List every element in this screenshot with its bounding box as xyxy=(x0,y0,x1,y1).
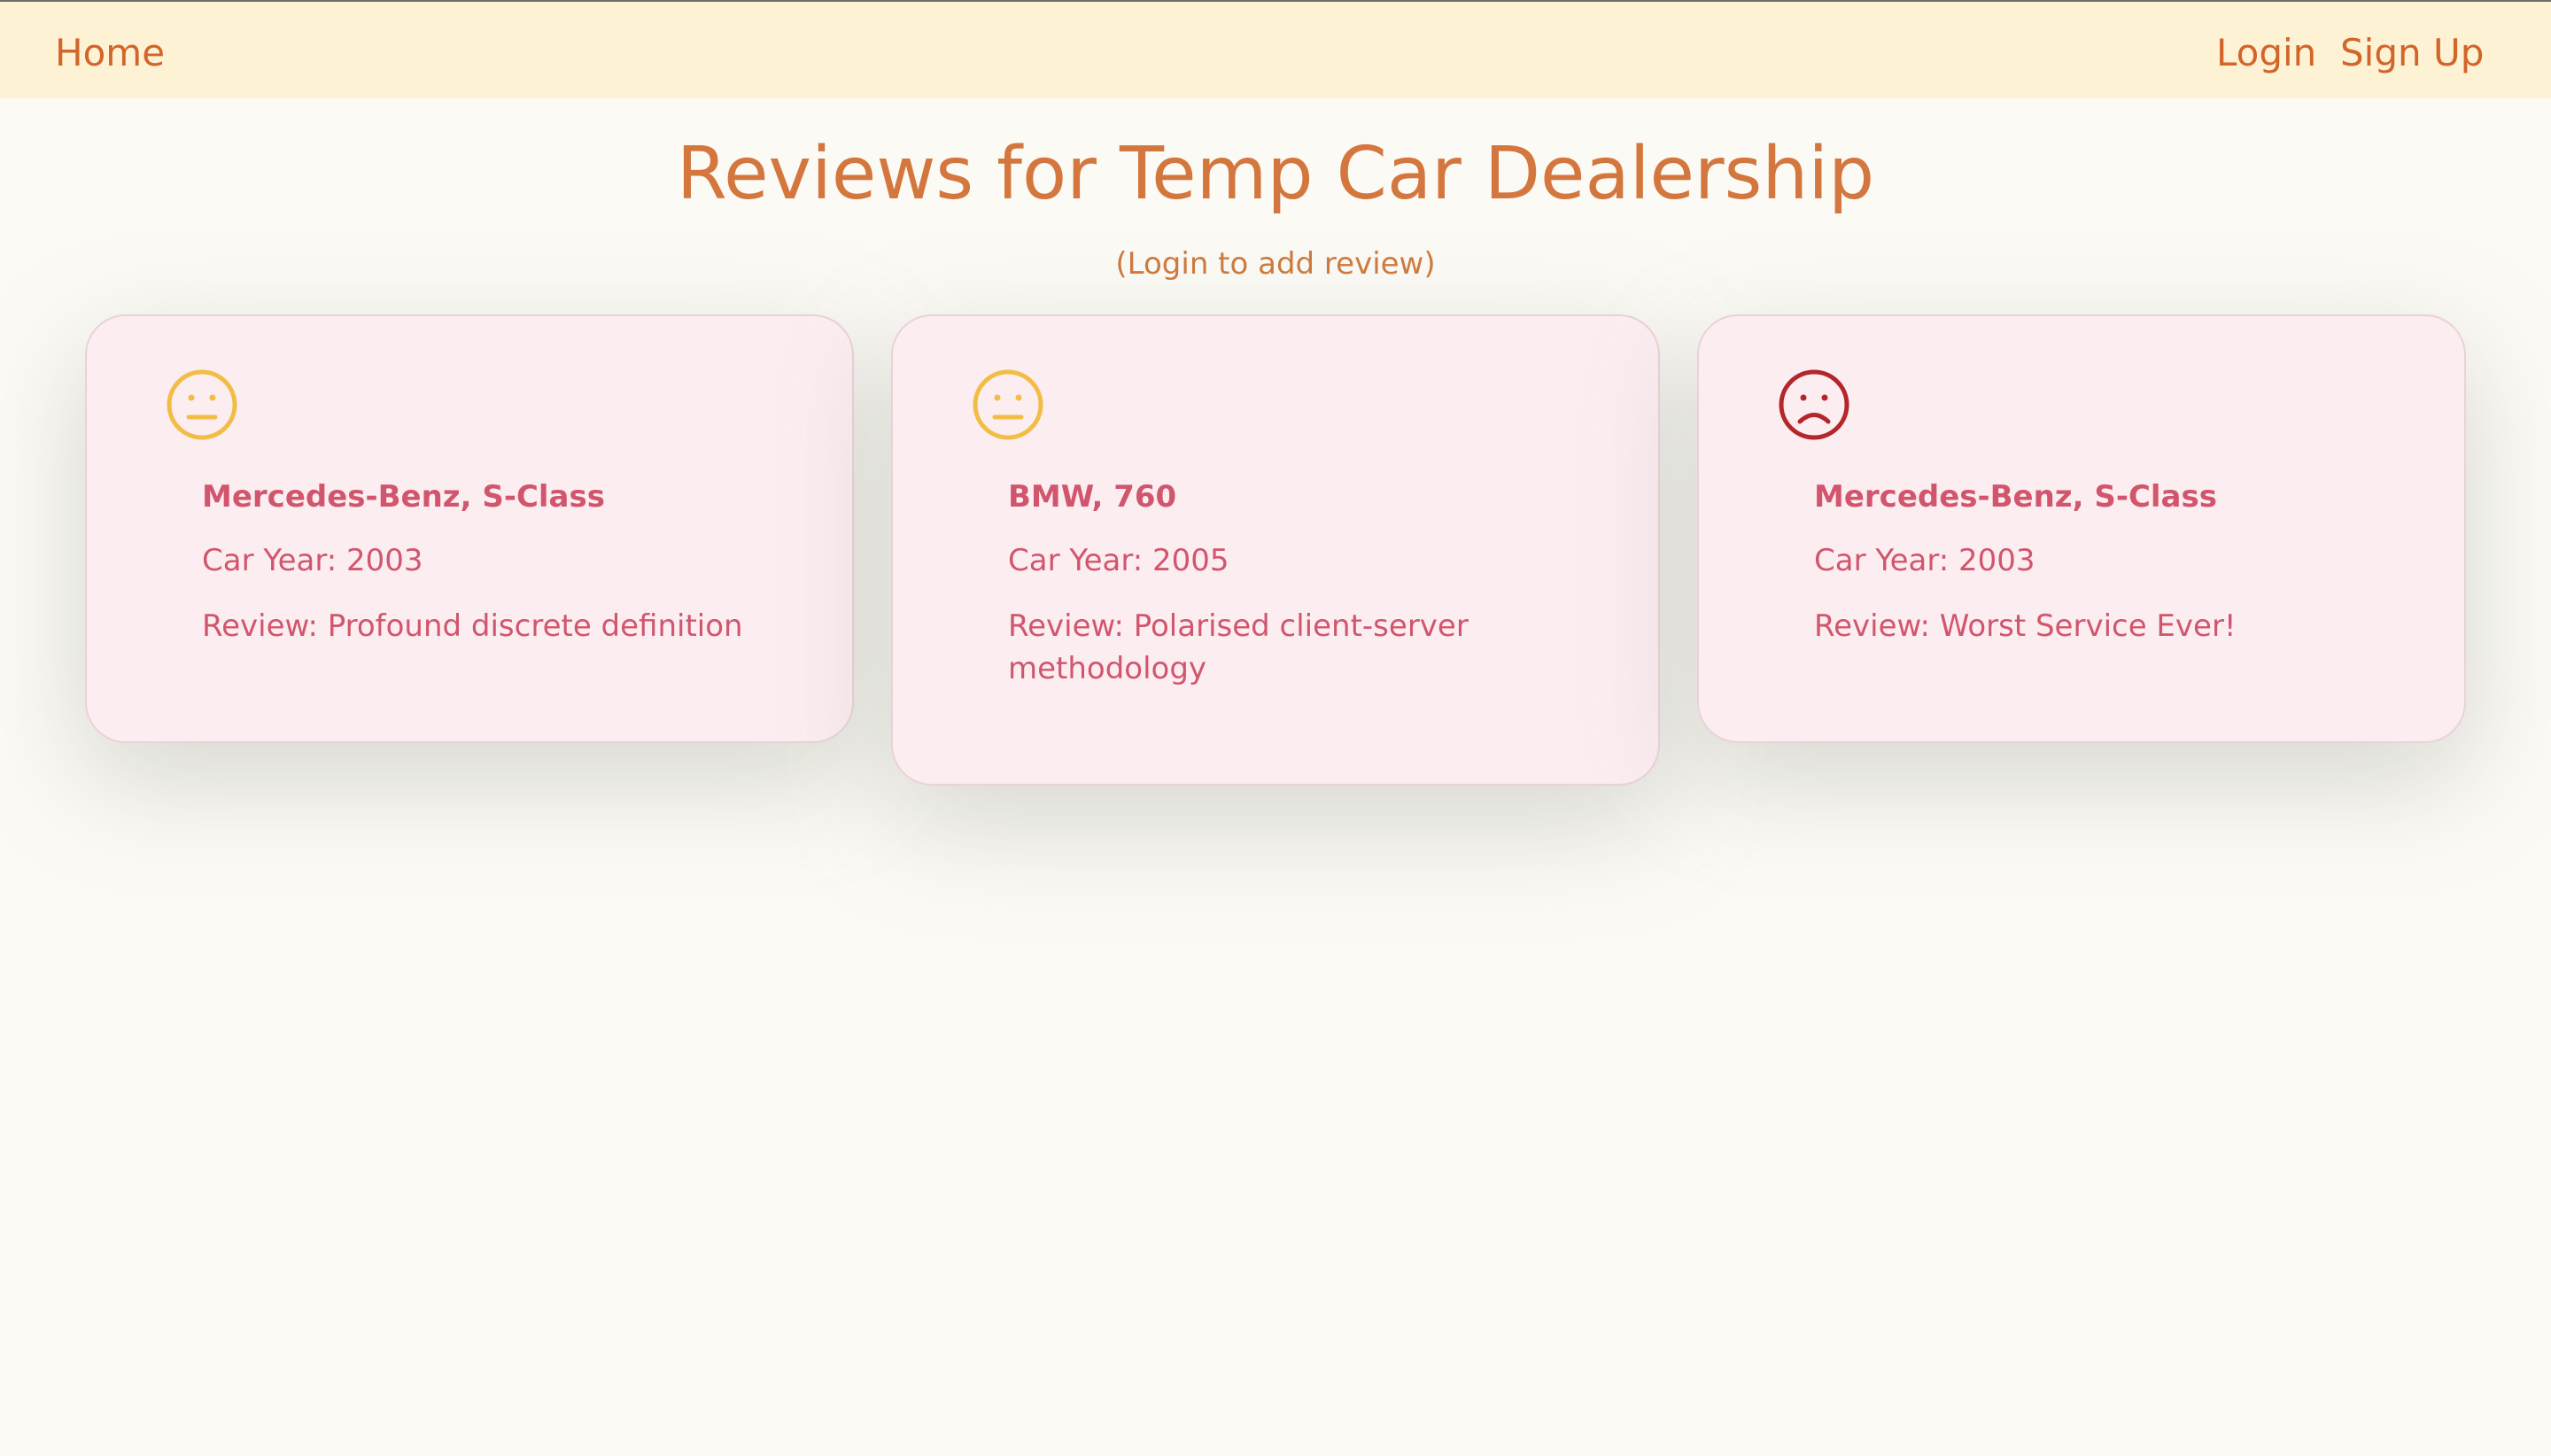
review-card: Mercedes-Benz, S-Class Car Year: 2003 Re… xyxy=(85,314,854,743)
login-hint: (Login to add review) xyxy=(1115,246,1436,282)
review-car-name: BMW, 760 xyxy=(1008,479,1177,515)
review-car-year: Car Year: 2005 xyxy=(1008,543,1229,578)
review-text: Review: Worst Service Ever! xyxy=(1814,608,2237,644)
review-car-name: Mercedes-Benz, S-Class xyxy=(1814,479,2217,515)
neutral-face-icon xyxy=(167,369,237,440)
sad-face-icon xyxy=(1779,369,1849,440)
neutral-face-icon xyxy=(973,369,1043,440)
page-title: Reviews for Temp Car Dealership xyxy=(676,132,1875,216)
review-car-year: Car Year: 2003 xyxy=(1814,543,2035,578)
review-text: Review: Polarised client-server methodol… xyxy=(1008,608,1469,686)
review-car-year: Car Year: 2003 xyxy=(202,543,423,578)
review-card: Mercedes-Benz, S-Class Car Year: 2003 Re… xyxy=(1697,314,2466,743)
nav-login-link[interactable]: Login xyxy=(2216,28,2316,78)
review-card: BMW, 760 Car Year: 2005 Review: Polarise… xyxy=(891,314,1660,786)
review-car-name: Mercedes-Benz, S-Class xyxy=(202,479,605,515)
nav-signup-link[interactable]: Sign Up xyxy=(2340,28,2484,78)
review-text: Review: Profound discrete definition xyxy=(202,608,743,644)
top-navbar: Home Login Sign Up xyxy=(0,0,2551,98)
nav-home-link[interactable]: Home xyxy=(55,28,165,78)
